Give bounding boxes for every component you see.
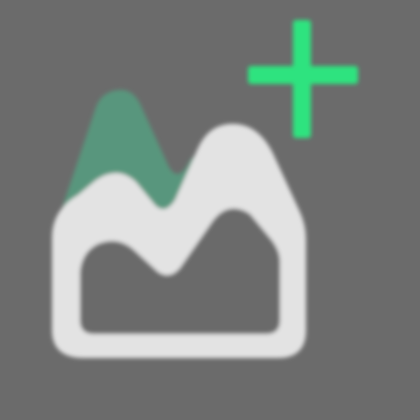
add-area-chart-icon (52, 20, 358, 358)
add-area-chart-button[interactable] (0, 0, 420, 420)
icon-canvas (0, 0, 420, 420)
plus-horizontal-bar (248, 66, 358, 84)
